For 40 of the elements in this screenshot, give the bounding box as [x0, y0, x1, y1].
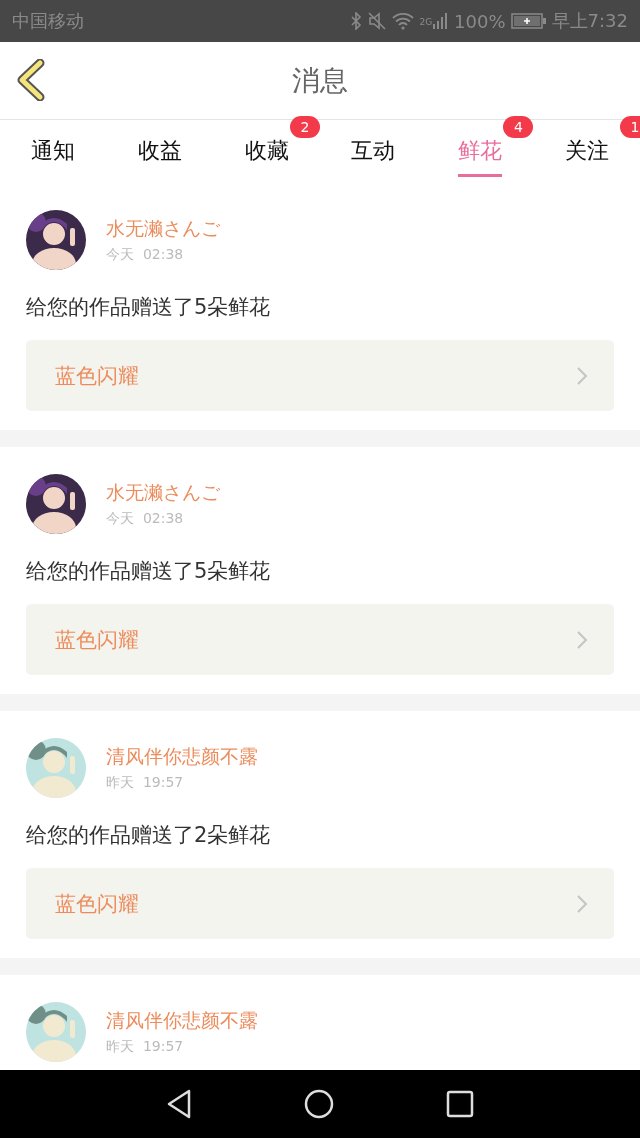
message-text: 给您的作品赠送了5朵鲜花 [26, 294, 272, 320]
chevron-icon [576, 629, 588, 650]
recents-nav-icon[interactable] [446, 1090, 474, 1118]
network-type: 2G [419, 17, 433, 27]
clock: 早上7:32 [551, 9, 628, 33]
bluetooth-icon [350, 12, 363, 30]
signal-icon [433, 12, 450, 30]
message-time: 今天 02:38 [106, 246, 185, 264]
tab[interactable]: 收藏 [244, 132, 289, 177]
page-title: 消息 [292, 62, 348, 99]
home-nav-icon[interactable] [304, 1089, 334, 1119]
chevron-icon [576, 365, 588, 386]
count-badge: 2 [290, 116, 320, 138]
sender-name[interactable]: 水无濑さんご [106, 480, 220, 506]
tab[interactable]: 收益 [138, 132, 182, 177]
sender-name[interactable]: 清风伴你悲颜不露 [106, 1008, 258, 1034]
count-badge: 4 [503, 116, 534, 138]
count-badge: 1 [620, 116, 640, 138]
message-text: 给您的作品赠送了2朵鲜花 [26, 822, 272, 848]
message-time: 昨天 19:57 [106, 1038, 185, 1056]
sender-name[interactable]: 水无濑さんご [106, 216, 220, 242]
battery-icon [510, 12, 547, 30]
battery-percent: 100% [454, 10, 506, 32]
carrier-name: 中国移动 [12, 9, 84, 33]
message-time: 今天 02:38 [106, 510, 185, 528]
chevron-icon [576, 893, 588, 914]
back-button[interactable] [16, 59, 46, 101]
back-nav-icon[interactable] [166, 1089, 192, 1119]
tab[interactable]: 关注 [564, 132, 609, 177]
tab[interactable]: 鲜花 [458, 132, 502, 177]
mute-icon [367, 12, 388, 30]
work-link[interactable]: 蓝色闪耀 [26, 604, 614, 675]
wifi-icon [392, 12, 415, 30]
tab[interactable]: 通知 [31, 132, 76, 177]
message-text: 给您的作品赠送了5朵鲜花 [26, 558, 272, 584]
work-link[interactable]: 蓝色闪耀 [26, 340, 614, 411]
sender-name[interactable]: 清风伴你悲颜不露 [106, 744, 258, 770]
tab[interactable]: 互动 [351, 132, 396, 177]
work-link[interactable]: 蓝色闪耀 [26, 868, 614, 939]
message-time: 昨天 19:57 [106, 774, 185, 792]
